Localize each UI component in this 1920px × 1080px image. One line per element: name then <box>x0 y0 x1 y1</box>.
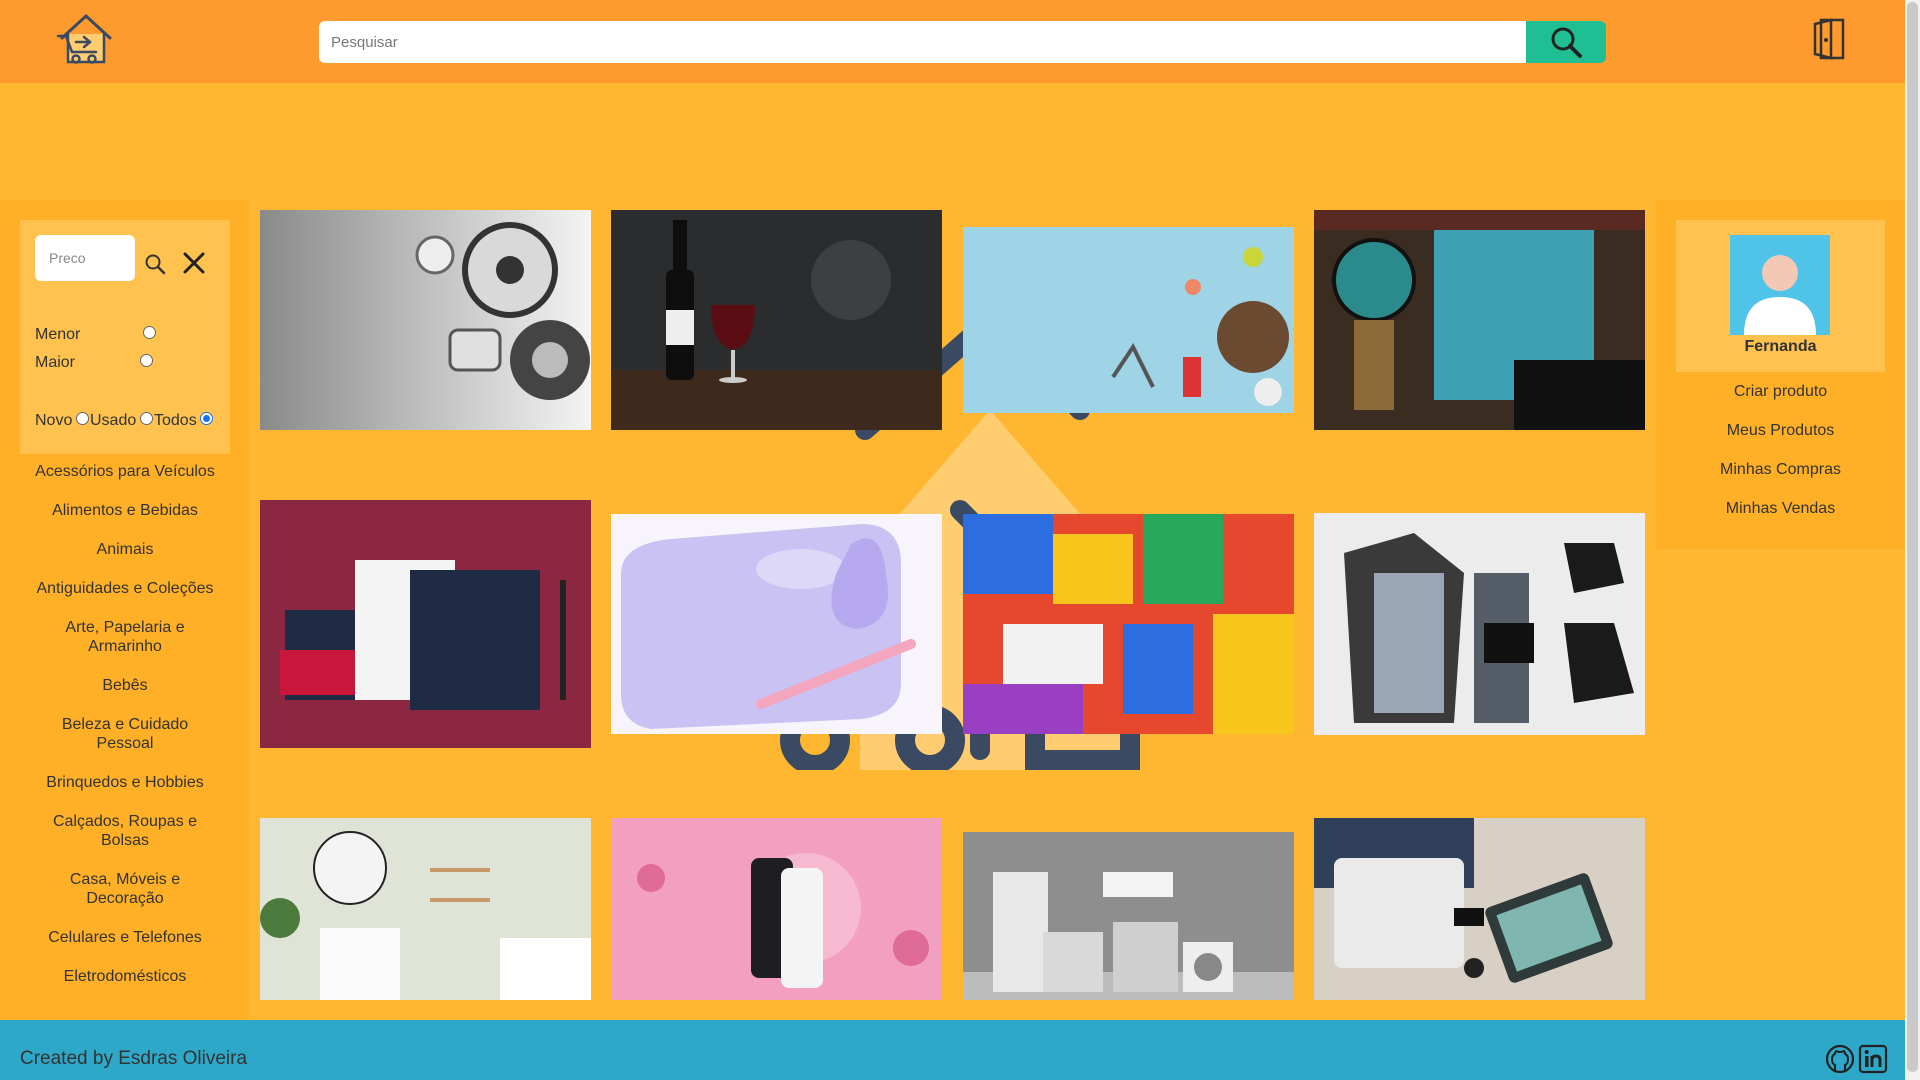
home-appliances-image[interactable] <box>963 832 1294 1000</box>
sort-maior-label: Maior <box>35 354 76 371</box>
footer-credit: Created by Esdras Oliveira <box>20 1048 248 1069</box>
footer <box>0 1020 1905 1080</box>
category-item[interactable]: Casa, Móveis e Decoração <box>20 870 230 908</box>
category-item[interactable]: Calçados, Roupas e Bolsas <box>20 812 230 850</box>
search-icon <box>1551 27 1582 58</box>
wine-image[interactable] <box>611 210 942 430</box>
scrollbar-thumb[interactable] <box>1907 2 1918 1072</box>
category-list: Acessórios para Veículos Alimentos e Beb… <box>20 462 230 1006</box>
sort-menor-label: Menor <box>35 326 81 343</box>
bathroom-decor-image[interactable] <box>260 818 591 1000</box>
clothing-flatlay-image[interactable] <box>1314 513 1645 735</box>
category-item[interactable]: Eletrodomésticos <box>20 967 230 986</box>
search-button[interactable] <box>1526 21 1606 63</box>
github-icon[interactable] <box>1825 1044 1855 1074</box>
baby-care-image[interactable] <box>611 514 942 734</box>
condition-usado-radio[interactable] <box>140 412 153 425</box>
close-icon <box>183 252 205 274</box>
exit-door-icon[interactable] <box>1811 18 1847 62</box>
profile-name: Fernanda <box>1744 338 1817 355</box>
menu-minhas-compras[interactable]: Minhas Compras <box>1656 461 1905 479</box>
search-icon <box>145 254 166 275</box>
search-input[interactable] <box>319 21 1526 63</box>
category-item[interactable]: Acessórios para Veículos <box>20 462 230 481</box>
condition-todos-radio[interactable] <box>200 412 213 425</box>
condition-novo-label: Novo <box>35 412 73 429</box>
category-item[interactable]: Brinquedos e Hobbies <box>20 773 230 792</box>
user-icon <box>1730 235 1830 335</box>
condition-todos-label: Todos <box>154 412 197 429</box>
smartphones-image[interactable] <box>611 818 942 1000</box>
category-item[interactable]: Antiguidades e Coleções <box>20 579 230 598</box>
condition-novo-radio[interactable] <box>76 412 89 425</box>
avatar[interactable] <box>1730 235 1830 335</box>
category-item[interactable]: Alimentos e Bebidas <box>20 501 230 520</box>
clear-filter-button[interactable] <box>183 252 205 274</box>
building-blocks-image[interactable] <box>963 514 1294 734</box>
category-item[interactable]: Arte, Papelaria e Armarinho <box>20 618 230 656</box>
category-item[interactable]: Bebês <box>20 676 230 695</box>
sort-maior-radio[interactable] <box>140 354 153 367</box>
search-bar <box>319 21 1606 63</box>
price-search-button[interactable] <box>144 253 166 275</box>
condition-usado-label: Usado <box>90 412 137 429</box>
travel-gadgets-image[interactable] <box>1314 818 1645 1000</box>
menu-meus-produtos[interactable]: Meus Produtos <box>1656 422 1905 440</box>
category-item[interactable]: Beleza e Cuidado Pessoal <box>20 715 230 753</box>
sort-menor-radio[interactable] <box>143 326 156 339</box>
shopping-cart-house-icon[interactable] <box>56 12 116 68</box>
pet-supplies-image[interactable] <box>963 227 1294 413</box>
menu-minhas-vendas[interactable]: Minhas Vendas <box>1656 500 1905 518</box>
vinyl-records-image[interactable] <box>1314 210 1645 430</box>
menu-criar-produto[interactable]: Criar produto <box>1656 383 1905 401</box>
category-item[interactable]: Celulares e Telefones <box>20 928 230 947</box>
category-item[interactable]: Animais <box>20 540 230 559</box>
stationery-mockup-image[interactable] <box>260 500 591 748</box>
auto-parts-image[interactable] <box>260 210 591 430</box>
linkedin-icon[interactable] <box>1858 1044 1888 1074</box>
price-input[interactable] <box>35 235 135 281</box>
